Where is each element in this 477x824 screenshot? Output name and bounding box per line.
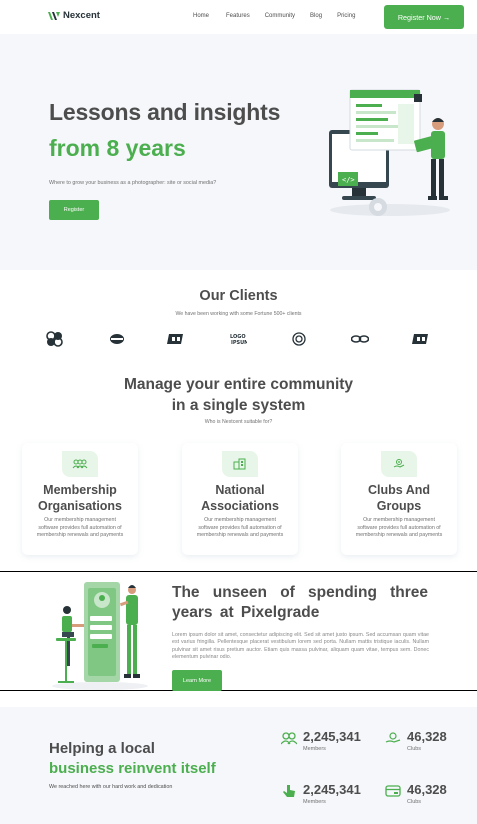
unseen-body-text: Lorem ipsum dolor sit amet, consectetur … bbox=[172, 632, 429, 660]
card-description: Our membership management software provi… bbox=[355, 517, 443, 538]
manage-title-line2: in a single system bbox=[171, 397, 306, 414]
stat-value: 46,328 bbox=[407, 729, 447, 744]
client-logo-5-icon bbox=[292, 332, 306, 346]
card-description: Our membership management software provi… bbox=[36, 517, 124, 538]
nav-link-pricing[interactable]: Pricing bbox=[337, 13, 355, 19]
stat-value: 46,328 bbox=[407, 782, 447, 797]
svg-text:IPSUM: IPSUM bbox=[231, 340, 247, 346]
client-logo-2-icon bbox=[110, 334, 124, 344]
card-title-line1: National bbox=[215, 483, 265, 497]
card-icon-box bbox=[62, 451, 98, 477]
card-title-line2: Associations bbox=[201, 499, 279, 513]
clients-title: Our Clients bbox=[199, 288, 278, 304]
members-icon bbox=[281, 732, 297, 745]
card-title: National Associations bbox=[182, 482, 298, 514]
hand-icon bbox=[385, 732, 401, 743]
brand-logo[interactable]: Nexcent bbox=[48, 10, 100, 21]
stat-label: Clubs bbox=[407, 799, 422, 805]
nav-link-blog[interactable]: Blog bbox=[310, 13, 322, 19]
card-clubs[interactable]: Clubs And Groups Our membership manageme… bbox=[341, 443, 457, 555]
manage-title: Manage your entire community in a single… bbox=[0, 374, 477, 416]
brand-name: Nexcent bbox=[63, 10, 100, 21]
card-icon-box bbox=[222, 451, 258, 477]
hero-title-highlight: from 8 years bbox=[49, 135, 186, 161]
nav-link-community[interactable]: Community bbox=[265, 13, 295, 19]
click-icon bbox=[283, 785, 295, 797]
hero-register-button[interactable]: Register bbox=[49, 200, 99, 220]
hero-section: Lessons and insights from 8 years Where … bbox=[0, 34, 477, 270]
top-navbar: Nexcent Home Features Community Blog Pri… bbox=[0, 0, 477, 34]
card-title-line1: Clubs And bbox=[367, 483, 431, 497]
register-now-button[interactable]: Register Now → bbox=[384, 5, 464, 29]
learn-more-button[interactable]: Learn More bbox=[172, 670, 222, 691]
stat-value: 2,245,341 bbox=[303, 729, 361, 744]
unseen-title-line2: years at Pixelgrade bbox=[172, 604, 320, 621]
hero-illustration: </> bbox=[329, 89, 450, 216]
stats-subtitle: We reached here with our hard work and d… bbox=[49, 784, 173, 790]
hand-icon bbox=[393, 459, 405, 468]
payment-icon bbox=[385, 785, 401, 797]
card-title: Clubs And Groups bbox=[341, 482, 457, 514]
stats-title-highlight: business reinvent itself bbox=[49, 760, 216, 777]
members-icon bbox=[72, 459, 88, 469]
card-membership[interactable]: Membership Organisations Our membership … bbox=[22, 443, 138, 555]
stat-label: Members bbox=[303, 746, 326, 752]
client-logo-4-icon: LOGO IPSUM bbox=[230, 334, 247, 346]
nav-link-home[interactable]: Home bbox=[193, 13, 209, 19]
card-title-line2: Organisations bbox=[37, 499, 123, 513]
hero-subtitle: Where to grow your business as a photogr… bbox=[49, 180, 217, 186]
svg-text:</>: </> bbox=[342, 176, 355, 184]
card-title: Membership Organisations bbox=[22, 482, 138, 514]
unseen-title: The unseen of spending three years at Pi… bbox=[172, 583, 428, 623]
manage-subtitle: Who is Nextcent suitable for? bbox=[204, 419, 273, 425]
client-logo-3-icon bbox=[167, 334, 183, 344]
clients-subtitle: We have been working with some Fortune 5… bbox=[175, 311, 302, 317]
stats-title: Helping a local bbox=[49, 740, 155, 757]
nav-links: Home Features Community Blog Pricing bbox=[193, 13, 355, 19]
unseen-title-line1: The unseen of spending three bbox=[172, 584, 428, 601]
client-logo-6-icon bbox=[351, 335, 369, 343]
manage-title-line1: Manage your entire community bbox=[123, 376, 354, 393]
nav-link-features[interactable]: Features bbox=[226, 13, 250, 19]
building-icon bbox=[233, 458, 246, 470]
client-logo-7-icon bbox=[412, 334, 428, 344]
client-logos: LOGO IPSUM bbox=[40, 331, 440, 349]
stat-label: Members bbox=[303, 799, 326, 805]
card-icon-box bbox=[381, 451, 417, 477]
card-national[interactable]: National Associations Our membership man… bbox=[182, 443, 298, 555]
card-title-line1: Membership bbox=[43, 483, 117, 497]
client-logo-1-icon bbox=[46, 331, 63, 347]
stat-value: 2,245,341 bbox=[303, 782, 361, 797]
logo-icon bbox=[48, 11, 60, 20]
card-description: Our membership management software provi… bbox=[196, 517, 284, 538]
stats-section: Helping a local business reinvent itself… bbox=[0, 707, 477, 824]
unseen-section: The unseen of spending three years at Pi… bbox=[0, 571, 477, 691]
unseen-illustration bbox=[52, 582, 148, 690]
card-title-line2: Groups bbox=[376, 499, 422, 513]
hero-title: Lessons and insights bbox=[49, 99, 281, 125]
stat-label: Clubs bbox=[407, 746, 422, 752]
